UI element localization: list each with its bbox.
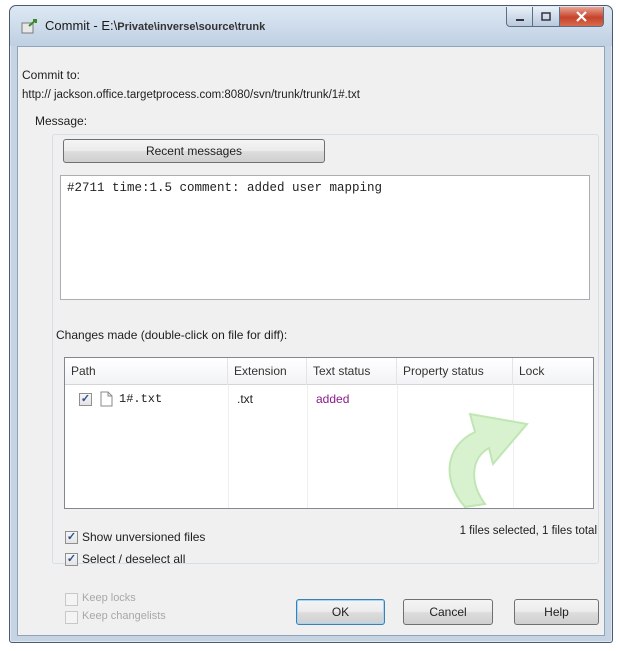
- recent-messages-button[interactable]: Recent messages: [63, 139, 325, 163]
- column-property-status[interactable]: Property status: [397, 358, 513, 385]
- select-all-label[interactable]: Select / deselect all: [82, 552, 185, 566]
- window-controls: [506, 7, 604, 27]
- maximize-button[interactable]: [533, 7, 560, 27]
- maximize-icon: [541, 11, 551, 21]
- message-textarea[interactable]: #2711 time:1.5 comment: added user mappi…: [60, 175, 590, 300]
- keep-changelists-checkbox[interactable]: [65, 611, 78, 624]
- column-path[interactable]: Path: [65, 358, 228, 385]
- cancel-button[interactable]: Cancel: [403, 599, 493, 625]
- keep-locks-checkbox[interactable]: [65, 593, 78, 606]
- column-extension[interactable]: Extension: [228, 358, 307, 385]
- row-text-status: added: [316, 392, 350, 406]
- window-title-path: Private\inverse\source\trunk: [117, 21, 266, 33]
- keep-changelists-label[interactable]: Keep changelists: [82, 610, 166, 622]
- commit-dialog: Commit - E:\Private\inverse\source\trunk…: [9, 5, 613, 643]
- ok-button[interactable]: OK: [296, 599, 385, 625]
- close-icon: [576, 11, 587, 22]
- window-title: Commit - E:\Private\inverse\source\trunk: [45, 18, 265, 33]
- keep-locks-label[interactable]: Keep locks: [82, 592, 136, 604]
- row-extension: .txt: [237, 392, 254, 406]
- minimize-icon: [515, 18, 524, 21]
- text-file-icon: [100, 391, 113, 407]
- title-bar[interactable]: Commit - E:\Private\inverse\source\trunk: [10, 6, 612, 46]
- window-title-prefix: Commit - E:\: [45, 18, 118, 33]
- svn-commit-icon: [21, 19, 37, 34]
- column-divider: [397, 385, 398, 508]
- column-text-status[interactable]: Text status: [307, 358, 397, 385]
- show-unversioned-checkbox[interactable]: ✓: [65, 531, 78, 544]
- minimize-button[interactable]: [506, 7, 533, 27]
- selection-summary: 1 files selected, 1 files total: [459, 525, 597, 537]
- row-checkbox[interactable]: ✓: [79, 393, 92, 406]
- commit-url: http:// jackson.office.targetprocess.com…: [22, 89, 360, 101]
- close-button[interactable]: [560, 7, 604, 27]
- tortoise-arrow-watermark: [448, 412, 529, 508]
- changes-label: Changes made (double-click on file for d…: [56, 328, 288, 342]
- dialog-client-area: Commit to: http:// jackson.office.target…: [17, 46, 605, 636]
- column-divider: [307, 385, 308, 508]
- show-unversioned-label[interactable]: Show unversioned files: [82, 530, 205, 544]
- changes-list[interactable]: Path Extension Text status Property stat…: [64, 357, 594, 509]
- message-label: Message:: [33, 114, 90, 128]
- help-button[interactable]: Help: [514, 599, 599, 625]
- message-text: #2711 time:1.5 comment: added user mappi…: [67, 181, 383, 195]
- select-all-checkbox[interactable]: ✓: [65, 553, 78, 566]
- column-lock[interactable]: Lock: [513, 358, 593, 385]
- commit-to-label: Commit to:: [22, 68, 81, 82]
- changes-list-header: Path Extension Text status Property stat…: [65, 358, 593, 385]
- column-divider: [228, 385, 229, 508]
- row-path: 1#.txt: [119, 392, 163, 406]
